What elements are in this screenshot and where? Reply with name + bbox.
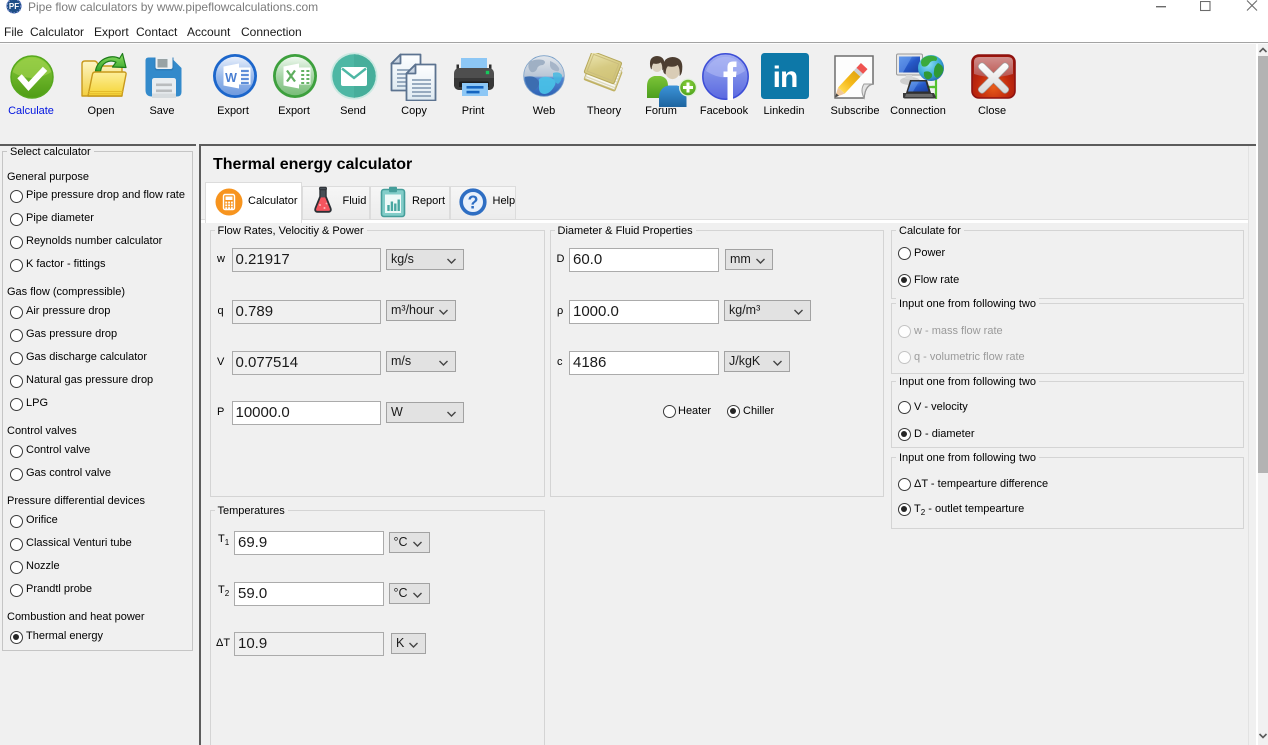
svg-text:W: W [225, 71, 237, 85]
svg-text:PF: PF [9, 2, 19, 11]
svg-text:in: in [773, 61, 798, 94]
svg-text:?: ? [468, 193, 479, 213]
